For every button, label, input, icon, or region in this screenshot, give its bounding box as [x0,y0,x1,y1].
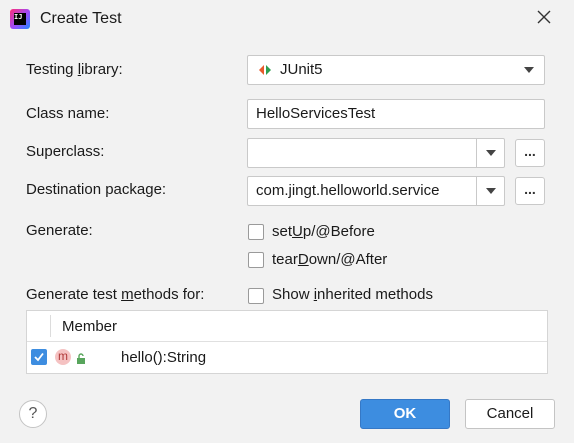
show-inherited-label[interactable]: Show inherited methods [272,286,433,303]
ok-button[interactable]: OK [360,399,450,429]
checkmark-icon [34,352,44,362]
destination-browse-button[interactable]: ... [515,177,545,205]
generate-label: Generate: [26,222,93,239]
setup-checkbox[interactable] [248,224,264,240]
member-name: hello():String [121,349,207,366]
cancel-button[interactable]: Cancel [465,399,555,429]
setup-label[interactable]: setUp/@Before [272,223,375,240]
superclass-combo[interactable] [247,138,505,168]
public-lock-icon [76,351,86,368]
chevron-down-icon [486,188,496,194]
class-name-input[interactable]: HelloServicesTest [247,99,545,129]
close-icon[interactable] [533,6,555,28]
superclass-dropdown[interactable] [476,139,504,167]
member-checkbox[interactable] [31,349,47,365]
table-row[interactable]: m hello():String [27,342,547,373]
intellij-app-icon: IJ [10,9,30,29]
show-inherited-checkbox[interactable] [248,288,264,304]
class-name-value: HelloServicesTest [256,105,376,122]
method-icon: m [55,349,71,365]
help-button[interactable]: ? [19,400,47,428]
chevron-down-icon [486,150,496,156]
member-column-header[interactable]: Member [62,318,117,335]
destination-package-value: com.jingt.helloworld.service [256,182,440,199]
destination-package-combo[interactable]: com.jingt.helloworld.service [247,176,505,206]
teardown-label[interactable]: tearDown/@After [272,251,387,268]
class-name-label: Class name: [26,105,110,122]
testing-library-value: JUnit5 [280,61,323,78]
generate-methods-label: Generate test methods for: [26,286,205,303]
testing-library-combo[interactable]: JUnit5 [247,55,545,85]
teardown-checkbox[interactable] [248,252,264,268]
window-title: Create Test [40,10,122,27]
superclass-label: Superclass: [26,143,105,160]
destination-dropdown[interactable] [476,177,504,205]
junit-icon [257,63,273,81]
member-table: Member m hello():String [26,310,548,374]
destination-package-label: Destination package: [26,181,167,198]
header-divider [50,315,51,337]
superclass-browse-button[interactable]: ... [515,139,545,167]
table-header: Member [27,311,547,342]
chevron-down-icon[interactable] [524,67,534,73]
testing-library-label: Testing library: [26,61,123,78]
